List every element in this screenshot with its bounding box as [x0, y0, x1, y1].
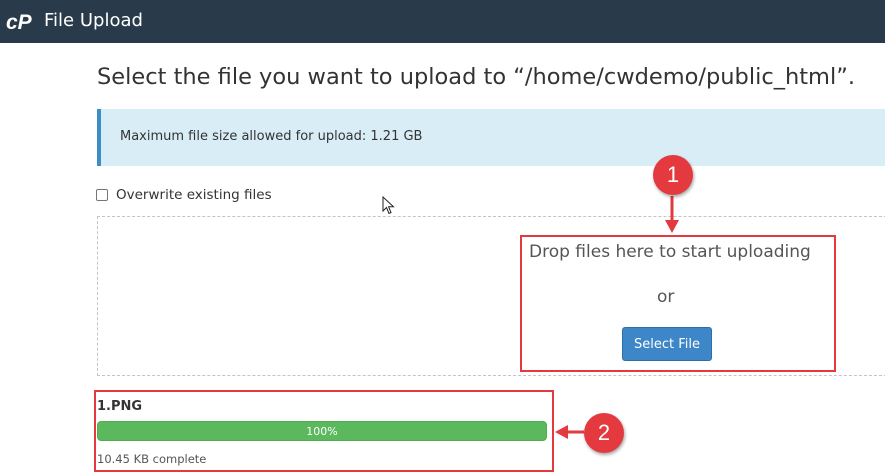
- annotation-arrows: [555, 196, 679, 439]
- annotation-badge-1: 1: [653, 155, 693, 195]
- arrow-2-icon: [555, 425, 584, 439]
- annotation-badge-2: 2: [584, 413, 624, 453]
- arrow-1-icon: [665, 196, 679, 233]
